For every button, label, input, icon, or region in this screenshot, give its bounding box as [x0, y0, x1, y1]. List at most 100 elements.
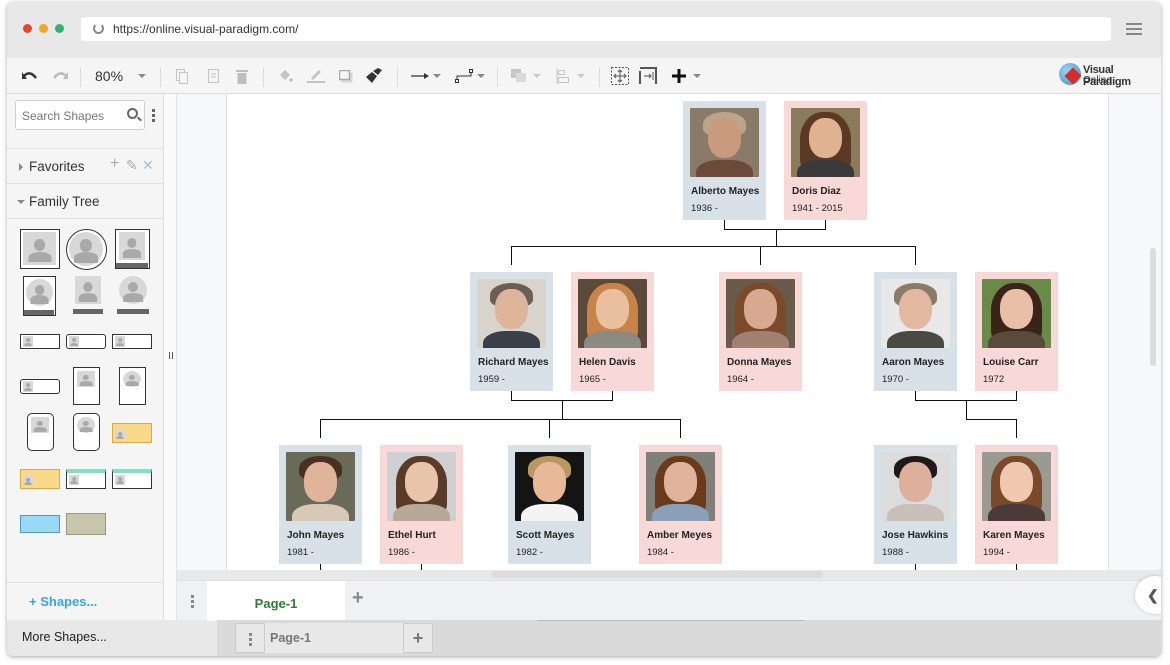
format-painter-icon[interactable]: [363, 58, 385, 94]
arrange-dropdown[interactable]: [531, 58, 543, 94]
toolbar-separator: [263, 67, 264, 87]
person-card[interactable]: Scott Mayes 1982 -: [508, 445, 591, 564]
shape-card-khaki[interactable]: [66, 513, 106, 535]
more-shapes-button[interactable]: More Shapes...: [7, 620, 217, 656]
page-tab-active[interactable]: Page-1: [207, 581, 345, 621]
person-card[interactable]: Helen Davis 1965 -: [571, 272, 654, 391]
person-card[interactable]: Louise Carr 1972: [975, 272, 1058, 391]
shape-card-vertical[interactable]: [73, 367, 100, 405]
person-card[interactable]: John Mayes 1981 -: [279, 445, 362, 564]
person-years: 1936 -: [691, 203, 718, 214]
page-tab[interactable]: Page-1: [265, 623, 405, 653]
connector-style-dropdown[interactable]: [431, 58, 443, 94]
person-card[interactable]: Karen Mayes 1994 -: [975, 445, 1058, 564]
person-card[interactable]: Donna Mayes 1964 -: [719, 272, 802, 391]
diagram-canvas[interactable]: Alberto Mayes 1936 - Doris Diaz 1941 - 2015…: [177, 94, 1161, 570]
arrange-icon[interactable]: [509, 58, 529, 94]
connector-line: [680, 419, 681, 438]
vertical-scrollbar[interactable]: [1150, 248, 1156, 366]
shape-photo-circle-titled[interactable]: [23, 276, 56, 316]
search-shapes-input[interactable]: Search Shapes: [15, 100, 145, 130]
person-name: Amber Meyes: [647, 530, 713, 541]
zoom-level[interactable]: 80%: [95, 68, 123, 84]
person-photo: [881, 279, 950, 348]
maximize-window-button[interactable]: [55, 24, 64, 33]
toolbar-separator: [497, 67, 498, 87]
shape-card-horizontal-rounded[interactable]: [66, 334, 106, 349]
waypoint-style-dropdown[interactable]: [475, 58, 487, 94]
shape-card-vertical-rounded[interactable]: [27, 413, 54, 451]
sidebar-splitter[interactable]: [164, 94, 177, 620]
person-card[interactable]: Aaron Mayes 1970 -: [874, 272, 957, 391]
redo-icon[interactable]: [49, 58, 71, 94]
shape-card-green-alt[interactable]: [112, 469, 152, 489]
shape-card-yellow-alt[interactable]: [20, 469, 60, 489]
fit-page-icon[interactable]: [609, 58, 631, 94]
close-window-button[interactable]: [23, 24, 32, 33]
add-shapes-button[interactable]: + Shapes...: [7, 582, 164, 620]
shape-photo-round-titled[interactable]: [117, 276, 149, 316]
add-icon[interactable]: [669, 58, 689, 94]
person-card[interactable]: Amber Meyes 1984 -: [639, 445, 722, 564]
add-favorite-icon[interactable]: +: [110, 155, 119, 173]
person-photo: [387, 452, 456, 521]
browser-bar: https://online.visual-paradigm.com/: [7, 2, 1161, 58]
shape-card-green[interactable]: [66, 469, 106, 489]
page-menu-button[interactable]: [235, 623, 265, 653]
paste-icon[interactable]: [204, 58, 222, 94]
waypoint-style-icon[interactable]: [453, 58, 475, 94]
shape-card-blue[interactable]: [20, 515, 60, 533]
align-icon[interactable]: [553, 58, 573, 94]
browser-menu-icon[interactable]: [1126, 23, 1142, 35]
address-bar[interactable]: https://online.visual-paradigm.com/: [81, 17, 1111, 41]
line-color-icon[interactable]: [305, 58, 327, 94]
person-photo: [982, 452, 1051, 521]
add-page-icon[interactable]: +: [352, 587, 364, 610]
person-photo: [982, 279, 1051, 348]
page-menu-icon[interactable]: [191, 595, 194, 610]
person-photo: [791, 108, 860, 177]
edit-icon[interactable]: ✎: [126, 157, 138, 174]
url-text: https://online.visual-paradigm.com/: [113, 22, 299, 36]
shape-card-vertical-rounded-circle[interactable]: [73, 413, 100, 451]
shape-card-horizontal[interactable]: [20, 334, 60, 349]
shape-photo-plain-titled[interactable]: [73, 276, 103, 316]
shadow-icon[interactable]: [337, 58, 355, 94]
person-card[interactable]: Ethel Hurt 1986 -: [380, 445, 463, 564]
shape-photo-circle[interactable]: [66, 229, 107, 270]
favorites-label: Favorites: [29, 159, 85, 174]
shape-photo-titled[interactable]: [115, 229, 150, 269]
person-card[interactable]: Jose Hawkins 1988 -: [874, 445, 957, 564]
align-dropdown[interactable]: [575, 58, 587, 94]
horizontal-scrollbar[interactable]: [491, 571, 823, 578]
undo-icon[interactable]: [19, 58, 41, 94]
delete-icon[interactable]: [233, 58, 251, 94]
add-dropdown[interactable]: [691, 58, 703, 94]
shape-card-vertical-circle[interactable]: [119, 367, 146, 405]
close-icon[interactable]: ✕: [142, 157, 154, 174]
person-years: 1984 -: [647, 547, 674, 558]
fill-color-icon[interactable]: [275, 58, 295, 94]
connector-line: [966, 400, 967, 419]
search-icon[interactable]: [127, 108, 138, 119]
family-tree-section[interactable]: Family Tree: [7, 183, 164, 218]
copy-icon[interactable]: [173, 58, 191, 94]
shape-card-yellow[interactable]: [112, 423, 152, 443]
diagram-page[interactable]: Alberto Mayes 1936 - Doris Diaz 1941 - 2015…: [226, 94, 1109, 570]
zoom-dropdown-icon[interactable]: [135, 58, 149, 94]
sidebar-options-icon[interactable]: [152, 109, 155, 124]
page-size-icon[interactable]: [637, 58, 659, 94]
favorites-section[interactable]: Favorites + ✎ ✕: [7, 148, 164, 183]
person-years: 1986 -: [388, 547, 415, 558]
shape-card-horizontal-alt[interactable]: [112, 334, 152, 349]
reload-icon[interactable]: [93, 23, 104, 34]
person-card[interactable]: Alberto Mayes 1936 -: [683, 101, 766, 220]
drag-handle-icon[interactable]: [169, 352, 173, 359]
person-card[interactable]: Doris Diaz 1941 - 2015: [784, 101, 867, 220]
person-card[interactable]: Richard Mayes 1959 -: [470, 272, 553, 391]
connector-style-icon[interactable]: [409, 58, 431, 94]
minimize-window-button[interactable]: [39, 24, 48, 33]
shape-card-rounded[interactable]: [20, 379, 60, 394]
shape-photo-square[interactable]: [20, 229, 60, 269]
add-page-button[interactable]: +: [403, 623, 433, 653]
